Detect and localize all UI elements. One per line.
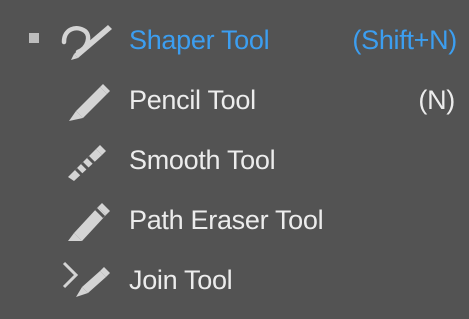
join-icon <box>60 257 120 301</box>
pencil-tools-flyout-menu: Shaper Tool (Shift+N) Pencil Tool (N) Sm… <box>0 0 469 319</box>
join-tool-label: Join Tool <box>129 265 233 295</box>
smooth-tool-label: Smooth Tool <box>129 145 276 175</box>
shaper-tool-shortcut: (Shift+N) <box>352 25 457 55</box>
pencil-icon <box>60 77 120 121</box>
current-tool-indicator <box>29 33 39 43</box>
shaper-tool-label: Shaper Tool <box>129 25 270 55</box>
pencil-tool-label: Pencil Tool <box>129 85 256 115</box>
path-eraser-tool-label: Path Eraser Tool <box>129 205 324 235</box>
menu-item-path-eraser-tool[interactable]: Path Eraser Tool <box>0 193 469 245</box>
menu-item-pencil-tool[interactable]: Pencil Tool (N) <box>0 73 469 125</box>
menu-item-shaper-tool[interactable]: Shaper Tool (Shift+N) <box>0 13 469 65</box>
smooth-icon <box>60 137 120 181</box>
menu-item-join-tool[interactable]: Join Tool <box>0 253 469 305</box>
path-eraser-icon <box>60 197 120 241</box>
menu-item-smooth-tool[interactable]: Smooth Tool <box>0 133 469 185</box>
shaper-icon <box>60 17 120 61</box>
pencil-tool-shortcut: (N) <box>418 85 455 115</box>
